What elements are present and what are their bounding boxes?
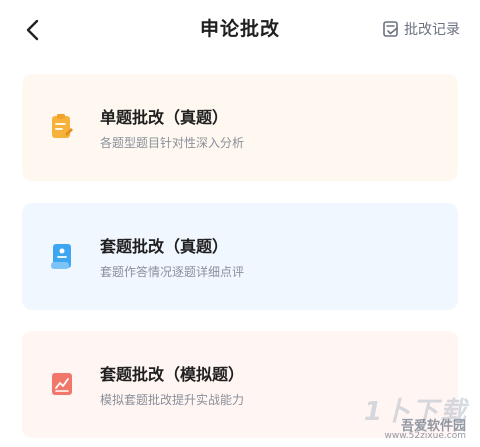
content-area: 单题批改（真题） 各题型题目针对性深入分析 套题批改（真题） 套题作答情况逐题详… (0, 62, 480, 447)
correction-record-button[interactable]: 批改记录 (382, 17, 460, 41)
watermark-url: www.52zixue.com (384, 431, 466, 441)
card-single-question[interactable]: 单题批改（真题） 各题型题目针对性深入分析 (22, 74, 458, 181)
watermark: 1卜下载 吾爱软件园 www.52zixue.com (344, 391, 474, 443)
card-title: 单题批改（真题） (100, 108, 229, 127)
record-check-icon (383, 21, 398, 37)
card-set-real[interactable]: 套题批改（真题） 套题作答情况逐题详细点评 (22, 203, 458, 310)
clipboard-icon (48, 112, 76, 142)
card-title: 套题批改（模拟题） (100, 365, 245, 384)
record-label: 批改记录 (404, 22, 460, 38)
document-icon (48, 241, 76, 271)
card-description: 模拟套题批改提升实战能力 (100, 393, 245, 407)
card-description: 套题作答情况逐题详细点评 (100, 265, 245, 279)
chart-report-icon (48, 369, 76, 399)
card-title: 套题批改（真题） (100, 237, 229, 256)
top-bar: 申论批改 批改记录 (0, 0, 480, 62)
card-description: 各题型题目针对性深入分析 (100, 136, 245, 150)
